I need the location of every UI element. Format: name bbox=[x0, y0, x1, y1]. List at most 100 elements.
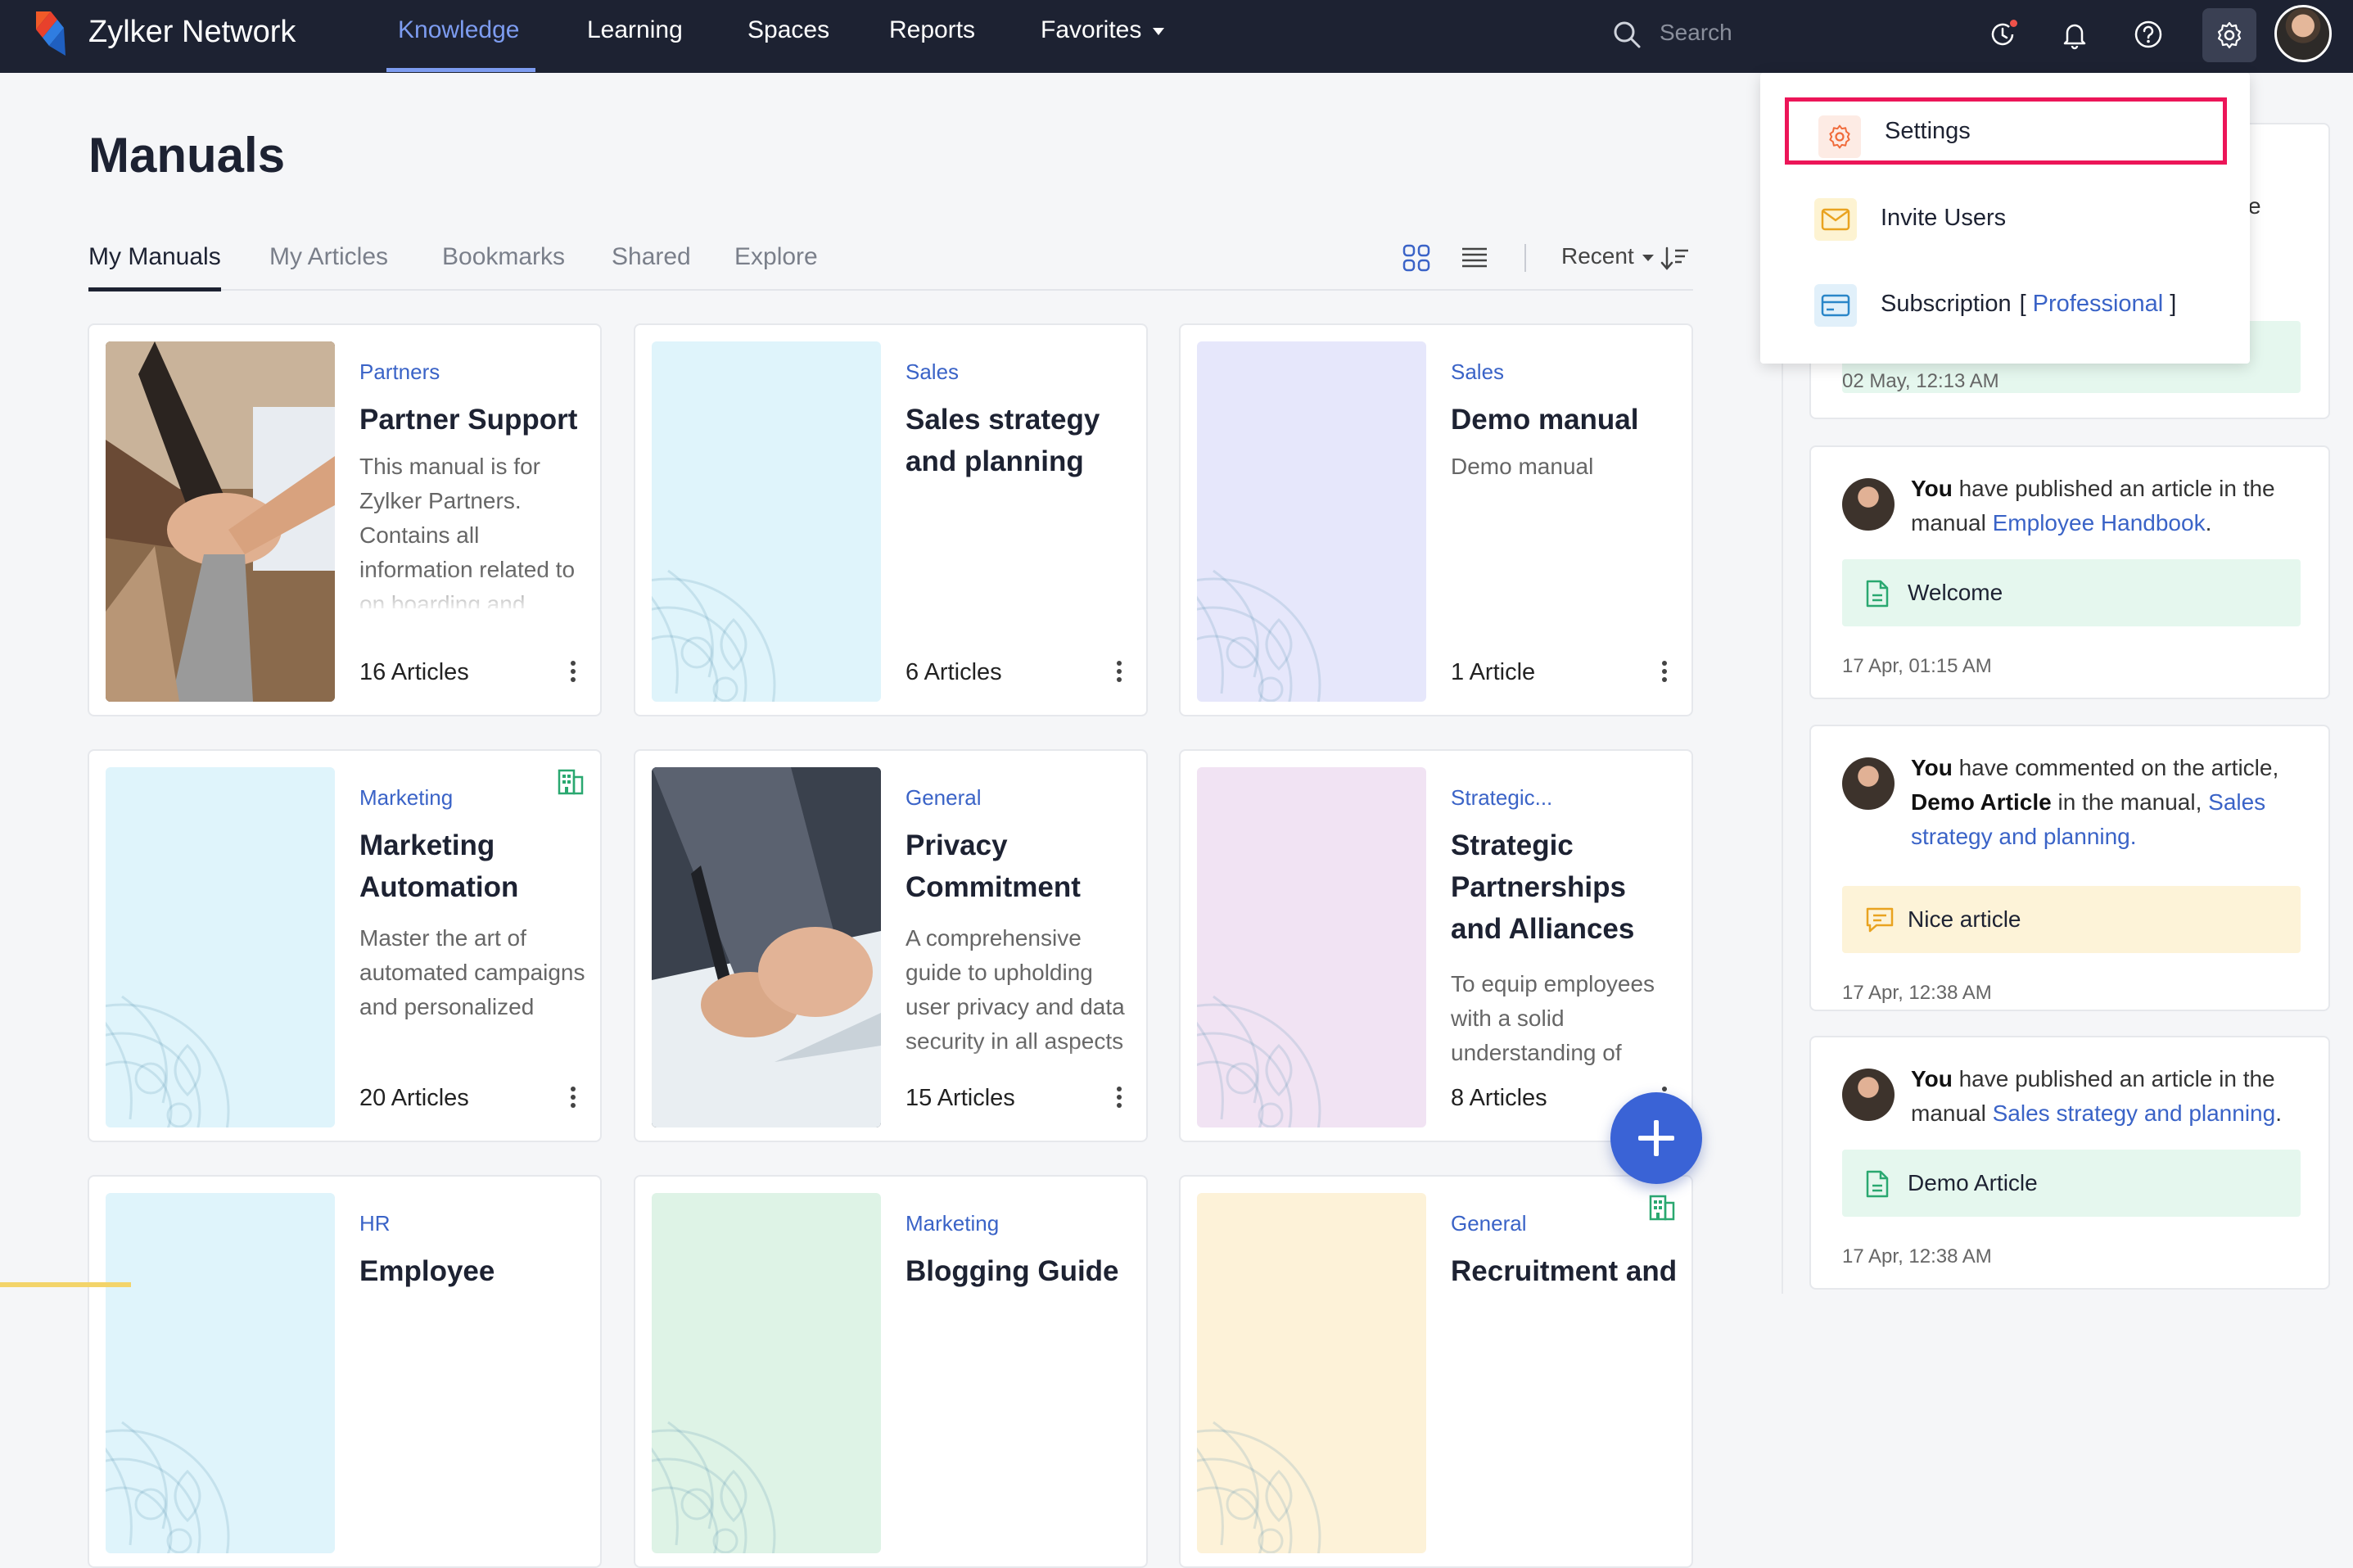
activity-preview[interactable]: Welcome bbox=[1842, 559, 2301, 626]
settings-gear-icon bbox=[1818, 115, 1861, 158]
brand-name[interactable]: Zylker Network bbox=[88, 15, 296, 50]
more-options-icon[interactable] bbox=[1107, 657, 1131, 687]
activity-preview[interactable]: Nice article bbox=[1842, 886, 2301, 953]
tab-bookmarks[interactable]: Bookmarks bbox=[442, 243, 565, 271]
card-article-count: 15 Articles bbox=[906, 1085, 1015, 1111]
card-cover bbox=[106, 341, 335, 702]
card-cover bbox=[106, 767, 335, 1127]
card-category[interactable]: General bbox=[1451, 1211, 1527, 1236]
activity-card: You have published an article in the man… bbox=[1809, 1036, 2330, 1290]
card-cover bbox=[1197, 767, 1426, 1127]
settings-button[interactable] bbox=[2202, 8, 2256, 62]
pen-photo bbox=[652, 767, 881, 1127]
card-title[interactable]: Blogging Guide bbox=[906, 1250, 1135, 1292]
nav-knowledge[interactable]: Knowledge bbox=[398, 16, 519, 44]
card-cover bbox=[1197, 341, 1426, 702]
help-button[interactable] bbox=[2130, 16, 2166, 52]
nav-favorites[interactable]: Favorites bbox=[1041, 16, 1165, 44]
menu-item-invite-users[interactable]: Invite Users bbox=[1785, 184, 2227, 251]
decorative-pattern bbox=[1197, 569, 1321, 702]
more-options-icon[interactable] bbox=[561, 657, 585, 687]
list-view-icon[interactable] bbox=[1461, 244, 1488, 272]
search-icon[interactable] bbox=[1611, 19, 1644, 52]
card-title[interactable]: Employee bbox=[359, 1250, 589, 1292]
nav-reports[interactable]: Reports bbox=[889, 16, 975, 44]
card-category[interactable]: Marketing bbox=[906, 1211, 999, 1236]
activity-preview-label: Welcome bbox=[1908, 580, 2003, 605]
card-category[interactable]: Marketing bbox=[359, 785, 453, 811]
grid-view-icon[interactable] bbox=[1402, 244, 1430, 272]
manual-card[interactable]: General Privacy Commitment A comprehensiv… bbox=[634, 749, 1148, 1142]
card-article-count: 8 Articles bbox=[1451, 1085, 1547, 1111]
manual-card[interactable]: HR Employee bbox=[88, 1175, 602, 1568]
manual-card[interactable]: Sales Demo manual Demo manual 1 Article bbox=[1179, 323, 1693, 716]
manual-card[interactable]: Marketing Marketing Automation Master the… bbox=[88, 749, 602, 1142]
card-cover bbox=[652, 767, 881, 1127]
add-manual-button[interactable] bbox=[1610, 1092, 1702, 1184]
menu-item-settings[interactable]: Settings bbox=[1785, 97, 2227, 165]
sort-dropdown[interactable]: Recent bbox=[1561, 243, 1654, 269]
plan-link[interactable]: Professional bbox=[2033, 291, 2164, 318]
card-category[interactable]: Strategic... bbox=[1451, 785, 1552, 811]
activity-time: 02 May, 12:13 AM bbox=[1842, 370, 1999, 392]
help-icon bbox=[2134, 20, 2162, 48]
card-category[interactable]: Sales bbox=[906, 359, 959, 385]
activity-avatar bbox=[1842, 1069, 1895, 1121]
manual-card[interactable]: Marketing Blogging Guide bbox=[634, 1175, 1148, 1568]
tab-explore[interactable]: Explore bbox=[734, 243, 818, 271]
activity-message: You have commented on the article, Demo … bbox=[1911, 751, 2304, 854]
manual-card[interactable]: Partners Partner Support This manual is f… bbox=[88, 323, 602, 716]
more-options-icon[interactable] bbox=[1652, 657, 1677, 687]
nav-learning[interactable]: Learning bbox=[587, 16, 683, 44]
manual-card[interactable]: Sales Sales strategy and planning 6 Artic… bbox=[634, 323, 1148, 716]
card-description-fade bbox=[1451, 572, 1680, 613]
more-options-icon[interactable] bbox=[1107, 1083, 1131, 1113]
decorative-pattern bbox=[1197, 1421, 1321, 1553]
decorative-pattern bbox=[652, 1421, 776, 1553]
zylker-logo-icon[interactable] bbox=[25, 5, 77, 62]
card-title[interactable]: Marketing Automation bbox=[359, 825, 589, 908]
card-description-fade bbox=[906, 1044, 1135, 1085]
decorative-pattern bbox=[652, 569, 776, 702]
activity-card: You have published an article in the man… bbox=[1809, 445, 2330, 699]
activity-actor: You bbox=[1911, 1066, 1953, 1091]
card-category[interactable]: Sales bbox=[1451, 359, 1504, 385]
card-category[interactable]: HR bbox=[359, 1211, 391, 1236]
card-category[interactable]: General bbox=[906, 785, 982, 811]
chevron-down-icon bbox=[1642, 254, 1654, 261]
settings-dropdown-menu: Settings Invite Users Subscription [ Pro… bbox=[1760, 73, 2250, 364]
page-title: Manuals bbox=[88, 128, 286, 183]
activity-text: have commented on the article, bbox=[1952, 755, 2279, 780]
search-input[interactable]: Search bbox=[1660, 20, 1732, 46]
manual-card[interactable]: General Recruitment and bbox=[1179, 1175, 1693, 1568]
activity-article[interactable]: Demo Article bbox=[1911, 789, 2052, 815]
sort-label: Recent bbox=[1561, 243, 1634, 269]
activity-partial-text: e bbox=[2248, 193, 2261, 219]
user-avatar[interactable] bbox=[2274, 5, 2332, 62]
decorative-pattern bbox=[106, 1421, 230, 1553]
tab-shared[interactable]: Shared bbox=[612, 243, 691, 271]
more-options-icon[interactable] bbox=[561, 1083, 585, 1113]
activity-manual-link[interactable]: Employee Handbook bbox=[1993, 510, 2206, 535]
card-category[interactable]: Partners bbox=[359, 359, 440, 385]
nav-spaces[interactable]: Spaces bbox=[747, 16, 829, 44]
card-title[interactable]: Demo manual bbox=[1451, 399, 1680, 441]
activity-preview[interactable]: Demo Article bbox=[1842, 1150, 2301, 1217]
notifications-button[interactable] bbox=[2057, 16, 2093, 52]
card-title[interactable]: Privacy Commitment bbox=[906, 825, 1135, 908]
card-title[interactable]: Partner Support bbox=[359, 399, 589, 441]
nav-active-indicator bbox=[386, 68, 535, 72]
activity-manual-link[interactable]: Sales strategy and planning bbox=[1993, 1100, 2276, 1126]
manual-card[interactable]: Strategic... Strategic Partnerships and … bbox=[1179, 749, 1693, 1142]
tab-my-articles[interactable]: My Articles bbox=[269, 243, 388, 271]
card-article-count: 1 Article bbox=[1451, 659, 1536, 685]
comment-icon bbox=[1866, 907, 1894, 933]
sort-order-icon[interactable] bbox=[1660, 246, 1690, 272]
card-title[interactable]: Strategic Partnerships and Alliances bbox=[1451, 825, 1680, 950]
menu-item-subscription[interactable]: Subscription [ Professional ] bbox=[1785, 270, 2227, 337]
tab-my-manuals[interactable]: My Manuals bbox=[88, 243, 221, 271]
card-title[interactable]: Sales strategy and planning bbox=[906, 399, 1135, 482]
history-button[interactable] bbox=[1985, 16, 2021, 52]
card-title[interactable]: Recruitment and bbox=[1451, 1250, 1680, 1292]
menu-item-settings-label: Settings bbox=[1885, 117, 1971, 144]
